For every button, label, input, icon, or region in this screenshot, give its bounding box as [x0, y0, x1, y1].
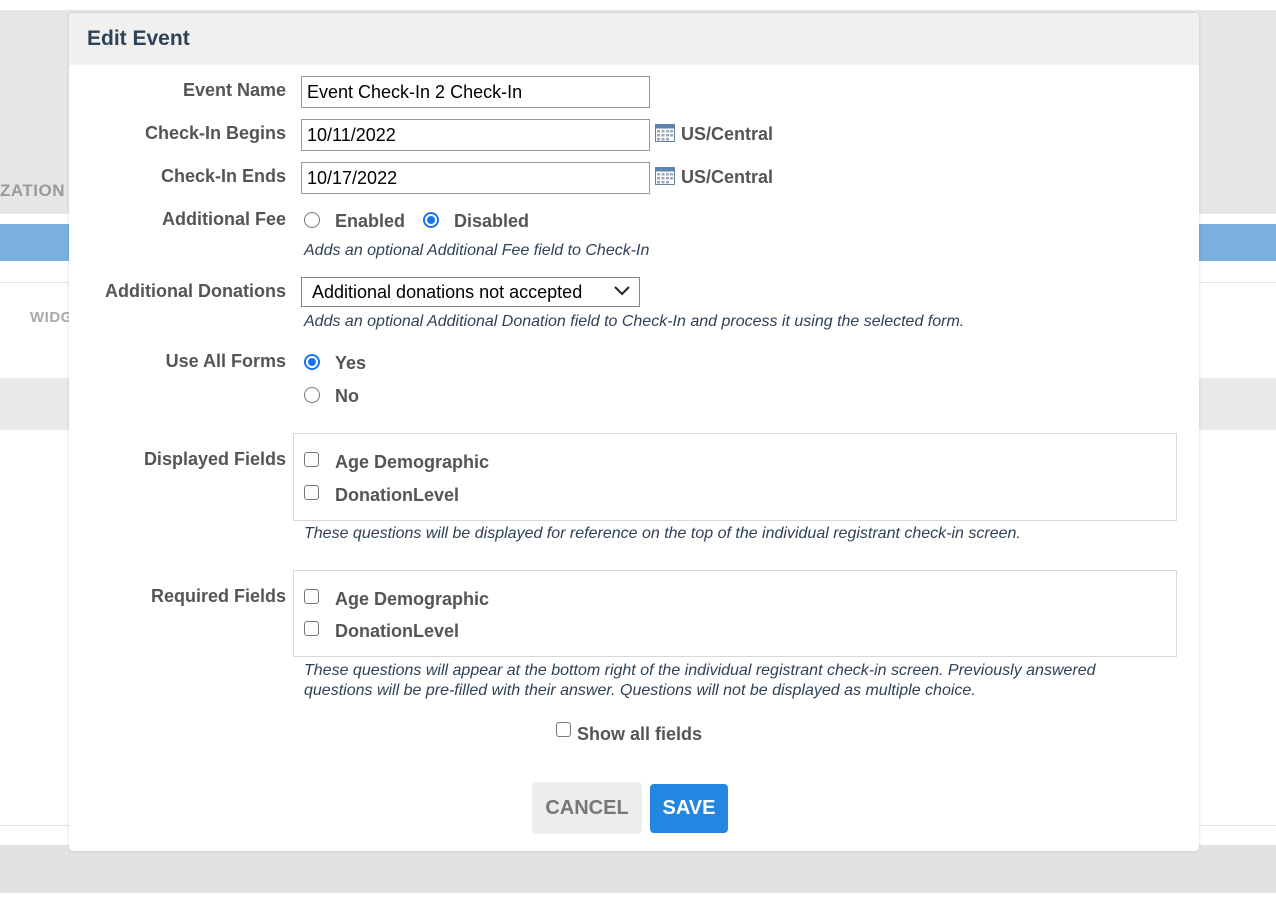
required-field-label[interactable]: Age Demographic	[335, 589, 489, 610]
displayed-fields-label: Displayed Fields	[143, 449, 286, 469]
displayed-field-label[interactable]: Age Demographic	[335, 452, 489, 473]
displayed-fields-box	[293, 433, 1177, 521]
edit-event-modal: Edit Event Event Name Check-In Begins US…	[69, 13, 1199, 851]
additional-fee-help: Adds an optional Additional Fee field to…	[304, 242, 650, 259]
show-all-fields-checkbox[interactable]	[556, 722, 571, 737]
background-footer	[0, 845, 1276, 893]
use-all-forms-no-radio[interactable]	[304, 387, 320, 403]
background-organization-label: ZATION	[0, 181, 66, 200]
required-fields-box	[293, 570, 1177, 657]
save-button[interactable]: SAVE	[650, 784, 728, 833]
checkin-begins-label: Check-In Begins	[144, 123, 286, 143]
displayed-field-checkbox[interactable]	[304, 452, 319, 467]
required-fields-help-line2: questions will be pre-filled with their …	[304, 682, 976, 699]
checkin-ends-input[interactable]	[301, 162, 650, 194]
checkin-begins-timezone: US/Central	[681, 124, 774, 144]
checkin-begins-input[interactable]	[301, 119, 650, 151]
additional-donations-select[interactable]: Additional donations not accepted	[301, 277, 640, 307]
displayed-field-checkbox[interactable]	[304, 485, 319, 500]
event-name-input[interactable]	[301, 76, 650, 108]
additional-fee-enabled-radio[interactable]	[304, 212, 320, 228]
background-widget-label: WIDG	[30, 309, 73, 326]
cancel-button[interactable]: CANCEL	[532, 782, 642, 834]
additional-fee-disabled-radio[interactable]	[423, 212, 439, 228]
calendar-icon[interactable]	[655, 167, 675, 185]
use-all-forms-label: Use All Forms	[165, 351, 286, 371]
displayed-fields-help: These questions will be displayed for re…	[304, 525, 1021, 542]
use-all-forms-yes-label[interactable]: Yes	[335, 353, 366, 374]
additional-donations-label: Additional Donations	[105, 281, 286, 301]
show-all-fields-label[interactable]: Show all fields	[577, 724, 702, 745]
modal-title: Edit Event	[87, 27, 190, 50]
modal-header: Edit Event	[69, 13, 1199, 65]
required-field-checkbox[interactable]	[304, 589, 319, 604]
additional-fee-label: Additional Fee	[161, 209, 286, 229]
use-all-forms-yes-radio[interactable]	[304, 354, 320, 370]
required-fields-label: Required Fields	[150, 586, 286, 606]
calendar-icon[interactable]	[655, 124, 675, 142]
additional-donations-selected: Additional donations not accepted	[312, 282, 583, 302]
displayed-field-label[interactable]: DonationLevel	[335, 485, 459, 506]
additional-donations-help: Adds an optional Additional Donation fie…	[304, 313, 965, 330]
checkin-ends-timezone: US/Central	[681, 167, 774, 187]
required-fields-help-line1: These questions will appear at the botto…	[304, 662, 1096, 679]
required-field-label[interactable]: DonationLevel	[335, 621, 459, 642]
checkin-ends-label: Check-In Ends	[160, 166, 286, 186]
event-name-label: Event Name	[182, 80, 286, 100]
additional-fee-enabled-label[interactable]: Enabled	[335, 211, 405, 232]
required-field-checkbox[interactable]	[304, 621, 319, 636]
additional-fee-disabled-label[interactable]: Disabled	[454, 211, 529, 232]
chevron-down-icon	[614, 286, 630, 296]
use-all-forms-no-label[interactable]: No	[335, 386, 359, 407]
